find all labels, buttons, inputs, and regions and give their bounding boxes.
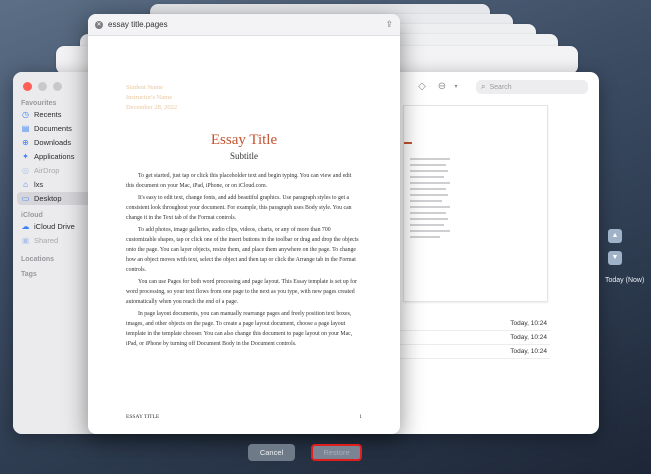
close-icon[interactable]: ✕ (95, 20, 103, 29)
cloud-icon: ☁ (21, 222, 30, 231)
file-row[interactable]: Today, 10:24 (400, 332, 550, 345)
restore-button[interactable]: Restore (311, 444, 362, 461)
timeline-up-button[interactable]: ▲ (608, 229, 622, 243)
file-date: Today, 10:24 (510, 334, 547, 341)
window-controls (23, 82, 62, 91)
document-title: Essay Title (210, 132, 278, 148)
timeline-current-label: Today (Now) (605, 277, 645, 284)
page-number: 1 (359, 414, 362, 420)
student-name: Student Name (126, 84, 164, 91)
document-date: December 28, 2022 (126, 104, 178, 111)
close-button[interactable] (23, 82, 32, 91)
sidebar-section-favourites: Favourites (21, 100, 57, 107)
quick-look-titlebar: ✕ essay title.pages ⇪ (88, 14, 400, 36)
tag-icon[interactable]: ◇ (415, 80, 429, 94)
sidebar-item-label: Applications (34, 152, 75, 161)
search-field[interactable]: ⌕ Search (476, 80, 588, 94)
sidebar-item-label: iCloud Drive (34, 222, 75, 231)
sidebar-item-label: Shared (34, 236, 59, 245)
airdrop-icon: ◎ (22, 166, 29, 175)
sidebar-item-label: lxs (34, 180, 44, 189)
clock-icon: ◷ (22, 110, 29, 119)
sidebar-item-label: AirDrop (34, 166, 60, 175)
search-icon: ⌕ (481, 82, 486, 91)
home-icon: ⌂ (23, 180, 28, 189)
zoom-button[interactable] (53, 82, 62, 91)
body-paragraph: It's easy to edit text, change fonts, an… (126, 195, 352, 221)
sidebar-section-locations: Locations (21, 256, 55, 263)
chevron-down-icon[interactable]: ▾ (449, 80, 463, 94)
sidebar-section-tags: Tags (21, 271, 37, 278)
chevron-up-icon: ▲ (611, 232, 619, 239)
applications-icon: ✦ (22, 152, 29, 161)
window-title: essay title.pages (108, 20, 168, 29)
instructor-name: Instructor's Name (126, 94, 173, 101)
page-footer-title: ESSAY TITLE (126, 414, 160, 420)
quick-look-window[interactable]: ✕ essay title.pages ⇪ Student Name Instr… (88, 14, 400, 434)
file-row[interactable]: Today, 10:24 (400, 318, 550, 331)
document-icon: ▤ (21, 124, 30, 133)
sidebar-item-label: Documents (34, 124, 72, 133)
more-actions-icon[interactable]: ⊖ (435, 80, 449, 94)
shared-folder-icon: ▣ (21, 236, 30, 245)
search-placeholder: Search (489, 83, 512, 91)
file-row[interactable]: Today, 10:24 (400, 346, 550, 359)
document-subtitle: Subtitle (229, 151, 258, 161)
timeline-down-button[interactable]: ▼ (608, 251, 622, 265)
sidebar-section-icloud: iCloud (21, 212, 43, 219)
file-date: Today, 10:24 (510, 320, 547, 327)
download-icon: ⊕ (22, 138, 29, 147)
minimize-button[interactable] (38, 82, 47, 91)
file-preview (403, 105, 548, 302)
chevron-down-icon: ▼ (611, 254, 619, 261)
body-paragraph: You can use Pages for both word processi… (126, 279, 357, 305)
sidebar-item-label: Recents (34, 110, 62, 119)
desktop-icon: ▭ (21, 194, 30, 203)
sidebar-item-label: Desktop (34, 194, 62, 203)
sidebar-item-label: Downloads (34, 138, 72, 147)
share-icon[interactable]: ⇪ (385, 19, 393, 30)
cancel-button[interactable]: Cancel (248, 444, 295, 461)
body-paragraph: In page layout documents, you can manual… (126, 311, 353, 347)
body-paragraph: To get started, just tap or click this p… (126, 173, 352, 189)
body-paragraph: To add photos, image galleries, audio cl… (126, 227, 359, 273)
file-date: Today, 10:24 (510, 348, 547, 355)
